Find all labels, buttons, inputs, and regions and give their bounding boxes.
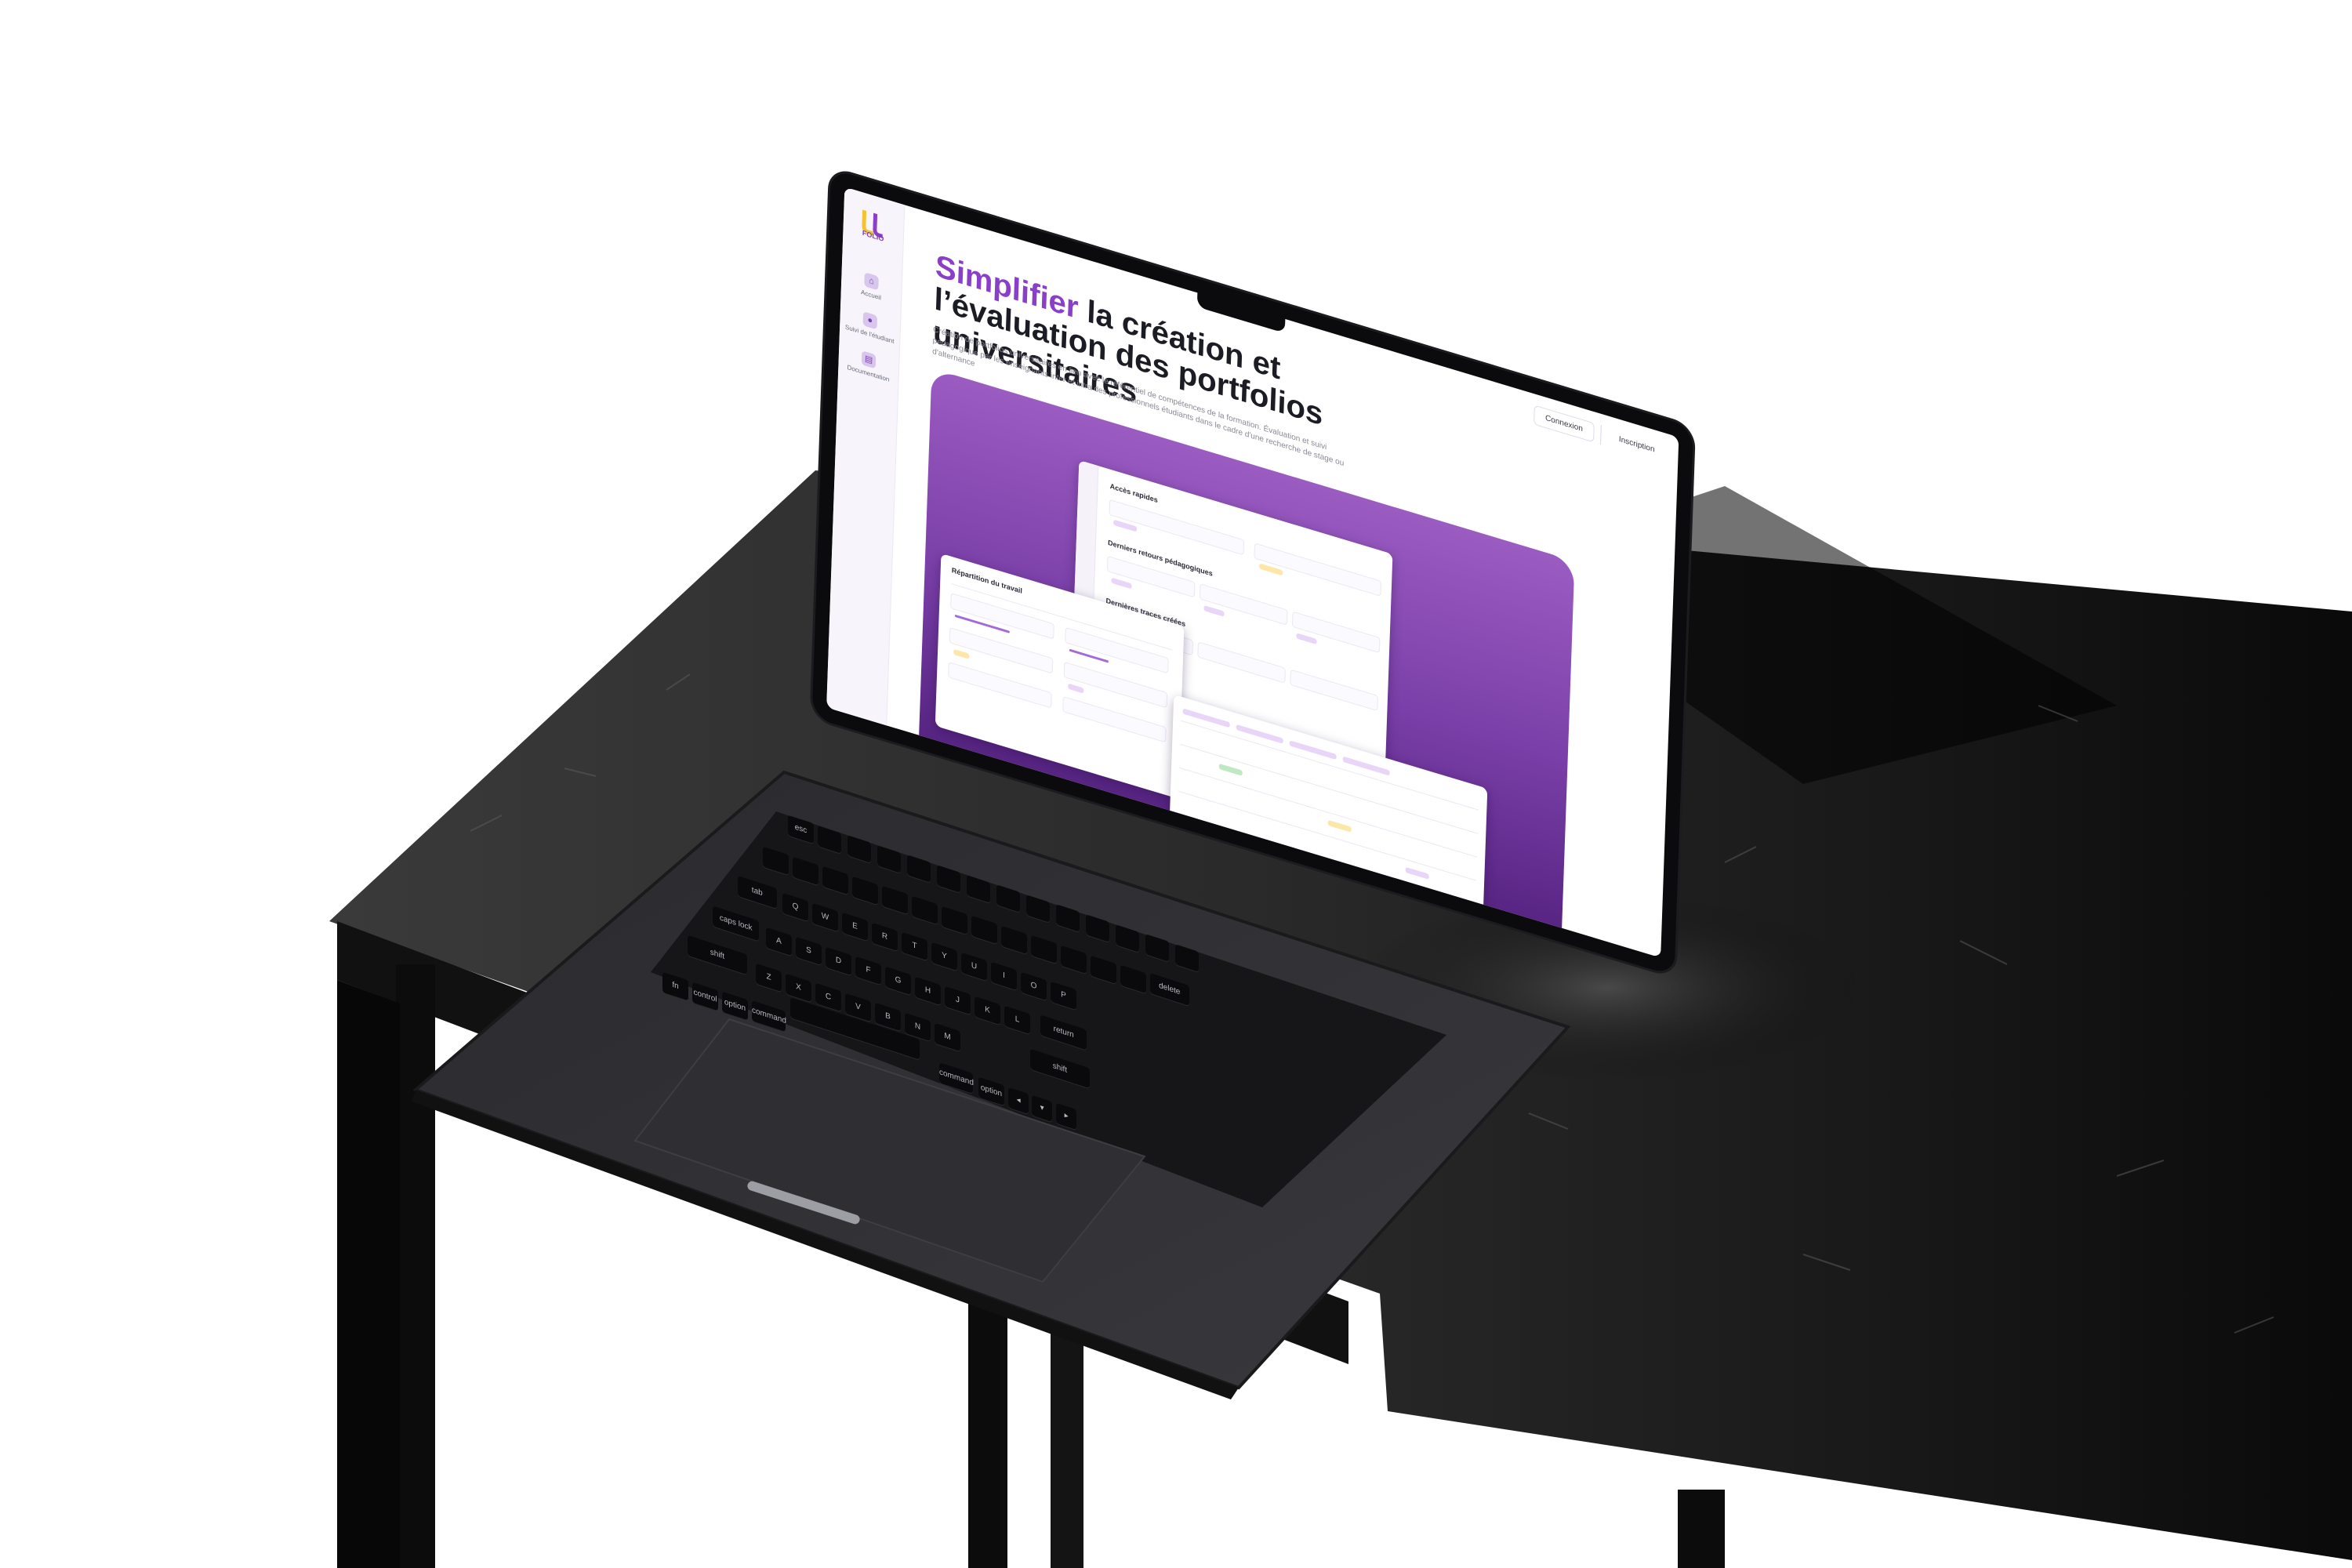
- preview-tag: [1342, 756, 1390, 776]
- nav-item-student-follow[interactable]: ● Suivi de l'étudiant: [844, 306, 895, 345]
- preview-tag: [953, 648, 970, 659]
- home-icon: ⌂: [864, 272, 879, 291]
- header-separator: [1600, 425, 1602, 445]
- nav-item-home[interactable]: ⌂ Accueil: [846, 267, 897, 306]
- preview-tag: [1236, 724, 1283, 744]
- register-button[interactable]: Inscription: [1607, 426, 1666, 464]
- preview-tag: [1327, 819, 1352, 833]
- user-icon: ●: [862, 311, 878, 330]
- preview-tag: [1068, 683, 1084, 694]
- nav-item-documentation[interactable]: ▤ Documentation: [843, 345, 894, 384]
- preview-row: [1197, 641, 1286, 684]
- doc-icon: ▤: [861, 350, 877, 369]
- preview-tag: [1203, 605, 1225, 617]
- nav-label: Accueil: [860, 288, 881, 302]
- preview-tag: [1289, 740, 1337, 760]
- header-actions: Connexion Inscription: [1533, 405, 1666, 464]
- preview-row: [1291, 611, 1381, 654]
- preview-tag: [1405, 866, 1429, 880]
- preview-tag: [1296, 633, 1317, 645]
- preview-tag: [1218, 763, 1243, 776]
- login-button[interactable]: Connexion: [1533, 405, 1595, 443]
- preview-row: [1199, 583, 1288, 626]
- preview-title: Répartition du travail: [951, 566, 1023, 596]
- preview-tag: [1182, 708, 1230, 728]
- app-sidebar: FOLIO ⌂ Accueil ● Suivi de l'étudiant ▤ …: [826, 187, 906, 726]
- preview-row: [1290, 669, 1378, 712]
- preview-tag: [1111, 577, 1132, 590]
